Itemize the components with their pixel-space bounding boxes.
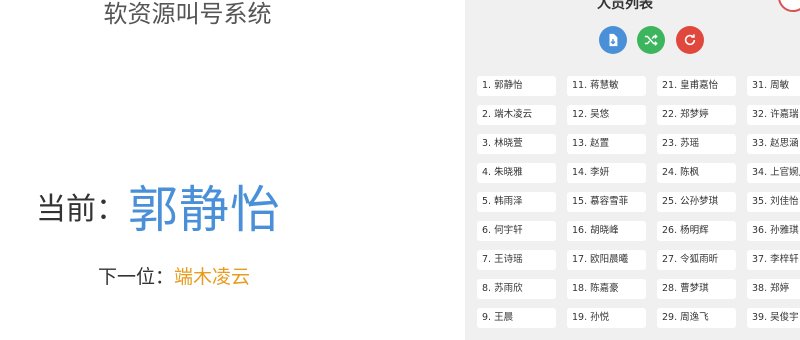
person-item[interactable]: 24. 陈枫 xyxy=(657,163,736,183)
person-item[interactable]: 13. 赵置 xyxy=(567,134,646,154)
person-item[interactable]: 2. 端木凌云 xyxy=(477,105,556,125)
people-panel: 人员列表 1. 郭静怡 2. 端木凌云 3. 林晓萱 4. 朱晓雅 5. 韩雨泽 6. 何… xyxy=(465,0,800,340)
shuffle-button[interactable] xyxy=(637,26,665,54)
person-item[interactable]: 25. 公孙梦琪 xyxy=(657,192,736,212)
current-name: 郭静怡 xyxy=(128,181,281,239)
current-caller: 当前： 郭静怡 xyxy=(36,164,281,248)
person-item[interactable]: 37. 李梓轩 xyxy=(747,250,800,270)
person-item[interactable]: 3. 林晓萱 xyxy=(477,134,556,154)
current-label: 当前： xyxy=(36,192,126,227)
person-item[interactable]: 26. 杨明辉 xyxy=(657,221,736,241)
person-item[interactable]: 35. 刘佳怡 xyxy=(747,192,800,212)
next-name: 端木凌云 xyxy=(174,266,251,288)
person-item[interactable]: 39. 吴俊宇 xyxy=(747,308,800,328)
next-label: 下一位： xyxy=(98,266,175,288)
person-item[interactable]: 4. 朱晓雅 xyxy=(477,163,556,183)
person-item[interactable]: 15. 慕容雪菲 xyxy=(567,192,646,212)
caller-display-area: 软资源叫号系统 当前： 郭静怡 下一位： 端木凌云 xyxy=(0,0,465,340)
person-item[interactable]: 6. 何宇轩 xyxy=(477,221,556,241)
person-item[interactable]: 14. 李妍 xyxy=(567,163,646,183)
person-item[interactable]: 33. 赵思涵 xyxy=(747,134,800,154)
person-item[interactable]: 22. 郑梦婷 xyxy=(657,105,736,125)
person-item[interactable]: 16. 胡晓峰 xyxy=(567,221,646,241)
person-item[interactable]: 27. 令狐雨昕 xyxy=(657,250,736,270)
person-item[interactable]: 34. 上官婉儿 xyxy=(747,163,800,183)
person-item[interactable]: 36. 孙雅琪 xyxy=(747,221,800,241)
person-item[interactable]: 31. 周敏 xyxy=(747,76,800,96)
shuffle-icon xyxy=(644,34,658,46)
import-button[interactable] xyxy=(599,26,627,54)
refresh-icon xyxy=(684,34,696,46)
person-item[interactable]: 29. 周逸飞 xyxy=(657,308,736,328)
import-icon xyxy=(609,33,618,47)
person-item[interactable]: 7. 王诗瑶 xyxy=(477,250,556,270)
person-item[interactable]: 1. 郭静怡 xyxy=(477,76,556,96)
person-item[interactable]: 8. 苏雨欣 xyxy=(477,279,556,299)
next-caller: 下一位： 端木凌云 xyxy=(98,262,250,289)
person-item[interactable]: 18. 陈嘉豪 xyxy=(567,279,646,299)
person-item[interactable]: 32. 许嘉瑞 xyxy=(747,105,800,125)
person-item[interactable]: 11. 蒋慧敏 xyxy=(567,76,646,96)
reset-button[interactable] xyxy=(676,26,704,54)
person-item[interactable]: 17. 欧阳晨曦 xyxy=(567,250,646,270)
person-item[interactable]: 5. 韩雨泽 xyxy=(477,192,556,212)
person-item[interactable]: 21. 皇甫嘉怡 xyxy=(657,76,736,96)
app-title: 软资源叫号系统 xyxy=(103,0,272,28)
panel-title: 人员列表 xyxy=(597,0,653,12)
person-item[interactable]: 23. 苏瑶 xyxy=(657,134,736,154)
person-item[interactable]: 19. 孙悦 xyxy=(567,308,646,328)
person-item[interactable]: 12. 吴悠 xyxy=(567,105,646,125)
person-item[interactable]: 28. 曹梦琪 xyxy=(657,279,736,299)
person-item[interactable]: 38. 郑婷 xyxy=(747,279,800,299)
person-item[interactable]: 9. 王晨 xyxy=(477,308,556,328)
